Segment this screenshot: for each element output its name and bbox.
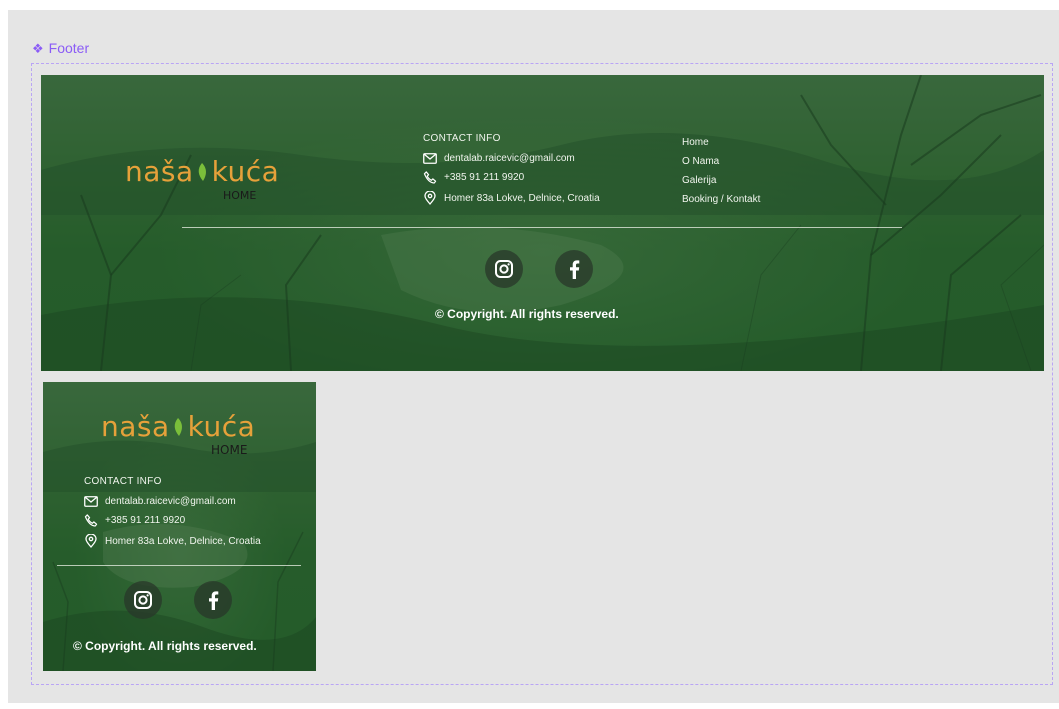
leaf-icon [196, 155, 210, 188]
copyright-text: © Copyright. All rights reserved. [435, 307, 619, 321]
instagram-icon [134, 591, 152, 609]
contact-email-row[interactable]: dentalab.raicevic@gmail.com [84, 496, 314, 507]
copyright-text: © Copyright. All rights reserved. [73, 639, 257, 653]
contact-title: CONTACT INFO [84, 476, 162, 487]
location-pin-icon [85, 534, 97, 548]
component-name: Footer [48, 40, 90, 56]
contact-address-row[interactable]: Homer 83a Lokve, Delnice, Croatia [423, 191, 653, 205]
contact-info-block: CONTACT INFO dentalab.raicevic@gmail.com… [84, 476, 314, 548]
contact-address-row[interactable]: Homer 83a Lokve, Delnice, Croatia [84, 534, 314, 548]
contact-title: CONTACT INFO [423, 133, 501, 144]
brand-tagline: HOME [211, 443, 248, 457]
location-pin-icon [424, 191, 436, 205]
brand-tagline: HOME [223, 189, 257, 202]
footer-mobile-variant[interactable]: naša kuća HOME CONTACT INFO dentalab.rai… [43, 382, 316, 671]
contact-phone-row[interactable]: +385 91 211 9920 [423, 171, 653, 184]
brand-name-part1: naša [101, 410, 170, 443]
phone-icon [84, 514, 98, 527]
contact-phone-row[interactable]: +385 91 211 9920 [84, 514, 314, 527]
facebook-icon [209, 591, 219, 610]
contact-address: Homer 83a Lokve, Delnice, Croatia [105, 535, 261, 547]
nav-link-booking-kontakt[interactable]: Booking / Kontakt [682, 194, 822, 205]
nav-link-home[interactable]: Home [682, 137, 822, 148]
brand-name-part2: kuća [187, 410, 256, 443]
facebook-button[interactable] [194, 581, 232, 619]
contact-email: dentalab.raicevic@gmail.com [105, 496, 236, 507]
footer-content: naša kuća HOME CONTACT INFO dentalab.rai… [43, 382, 316, 671]
brand-logo[interactable]: naša kuća HOME [101, 410, 271, 460]
nav-link-o-nama[interactable]: O Nama [682, 156, 822, 167]
contact-phone: +385 91 211 9920 [105, 515, 186, 526]
nav-link-galerija[interactable]: Galerija [682, 175, 822, 186]
footer-desktop-variant[interactable]: naša kuća HOME CONTACT INFO dentalab.rai… [41, 75, 1044, 371]
phone-icon [423, 171, 437, 184]
contact-address: Homer 83a Lokve, Delnice, Croatia [444, 192, 600, 204]
facebook-icon [570, 260, 580, 279]
leaf-icon [172, 410, 186, 443]
contact-email-row[interactable]: dentalab.raicevic@gmail.com [423, 153, 653, 164]
footer-content: naša kuća HOME CONTACT INFO dentalab.rai… [41, 75, 1044, 371]
instagram-button[interactable] [485, 250, 523, 288]
contact-email: dentalab.raicevic@gmail.com [444, 153, 575, 164]
instagram-button[interactable] [124, 581, 162, 619]
instagram-icon [495, 260, 513, 278]
component-set-label[interactable]: ❖ Footer [32, 40, 89, 56]
footer-divider [57, 565, 301, 566]
facebook-button[interactable] [555, 250, 593, 288]
component-icon: ❖ [32, 40, 44, 56]
footer-nav: Home O Nama Galerija Booking / Kontakt [682, 137, 822, 205]
brand-name-part2: kuća [211, 155, 280, 188]
brand-name-part1: naša [125, 155, 194, 188]
contact-phone: +385 91 211 9920 [444, 172, 525, 183]
mail-icon [423, 153, 437, 164]
mail-icon [84, 496, 98, 507]
contact-info-block: CONTACT INFO dentalab.raicevic@gmail.com… [423, 133, 653, 205]
footer-divider [182, 227, 902, 228]
brand-logo[interactable]: naša kuća HOME [125, 155, 295, 205]
